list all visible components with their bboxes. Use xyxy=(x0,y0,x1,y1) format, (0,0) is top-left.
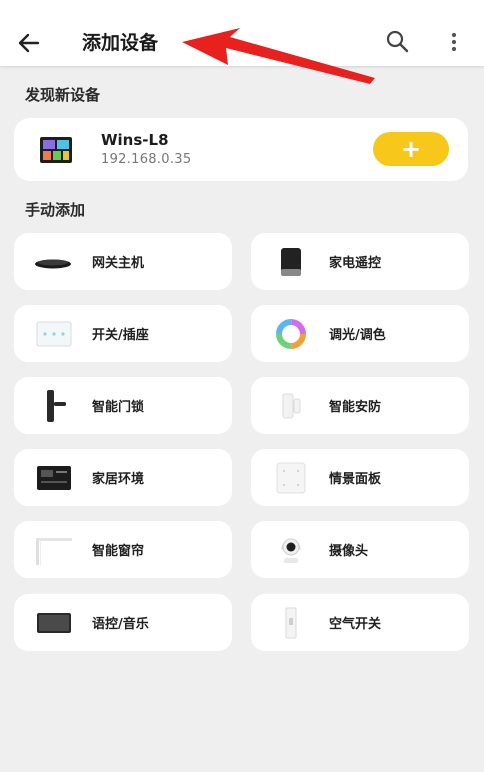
device-ip: 192.168.0.35 xyxy=(101,152,192,167)
device-name: Wins-L8 xyxy=(101,131,169,149)
category-gateway[interactable]: 网关主机 xyxy=(14,233,232,290)
appliance-remote-icon xyxy=(281,248,301,276)
category-camera[interactable]: 摄像头 xyxy=(251,521,469,578)
category-appliance-remote[interactable]: 家电遥控 xyxy=(251,233,469,290)
category-label: 家电遥控 xyxy=(329,256,382,271)
gateway-icon xyxy=(35,259,71,269)
category-voice-music[interactable]: 语控/音乐 xyxy=(14,594,232,651)
category-label: 空气开关 xyxy=(329,617,382,632)
category-label: 网关主机 xyxy=(92,256,145,271)
more-vertical-icon xyxy=(451,32,457,52)
category-label: 智能门锁 xyxy=(92,400,145,415)
category-door-lock[interactable]: 智能门锁 xyxy=(14,377,232,434)
arrow-left-icon xyxy=(18,33,40,53)
search-button[interactable] xyxy=(384,28,412,56)
category-switch-socket[interactable]: 开关/插座 xyxy=(14,305,232,362)
category-air-switch[interactable]: 空气开关 xyxy=(251,594,469,651)
search-icon xyxy=(386,30,409,53)
category-dimming[interactable]: 调光/调色 xyxy=(251,305,469,362)
category-label: 家居环境 xyxy=(92,472,145,487)
category-label: 情景面板 xyxy=(329,472,382,487)
category-environment[interactable]: 家居环境 xyxy=(14,449,232,506)
category-security[interactable]: 智能安防 xyxy=(251,377,469,434)
category-label: 开关/插座 xyxy=(92,328,149,343)
scene-panel-icon xyxy=(276,462,306,494)
curtain-icon xyxy=(36,538,72,565)
category-scene-panel[interactable]: 情景面板 xyxy=(251,449,469,506)
category-label: 摄像头 xyxy=(329,544,369,559)
manual-section-title: 手动添加 xyxy=(25,201,86,219)
category-label: 智能安防 xyxy=(329,400,382,415)
category-label: 调光/调色 xyxy=(329,328,386,343)
smart-panel-icon xyxy=(40,137,72,163)
discovered-device-card[interactable]: Wins-L8 192.168.0.35 + xyxy=(14,118,468,181)
back-button[interactable] xyxy=(14,28,44,58)
thermostat-panel-icon xyxy=(37,466,71,490)
category-curtain[interactable]: 智能窗帘 xyxy=(14,521,232,578)
page-title: 添加设备 xyxy=(82,32,159,54)
discovered-section-title: 发现新设备 xyxy=(25,86,101,104)
add-device-button[interactable]: + xyxy=(373,132,449,166)
air-switch-icon xyxy=(285,607,297,639)
door-lock-icon xyxy=(47,390,66,422)
more-options-button[interactable] xyxy=(444,28,464,58)
camera-icon xyxy=(281,538,301,563)
voice-panel-icon xyxy=(37,613,71,633)
color-ring-icon xyxy=(276,319,306,349)
category-label: 智能窗帘 xyxy=(92,544,145,559)
switch-panel-icon xyxy=(36,321,72,347)
category-label: 语控/音乐 xyxy=(92,617,149,632)
app-bar: 添加设备 xyxy=(0,0,484,66)
security-sensor-icon xyxy=(282,393,301,419)
